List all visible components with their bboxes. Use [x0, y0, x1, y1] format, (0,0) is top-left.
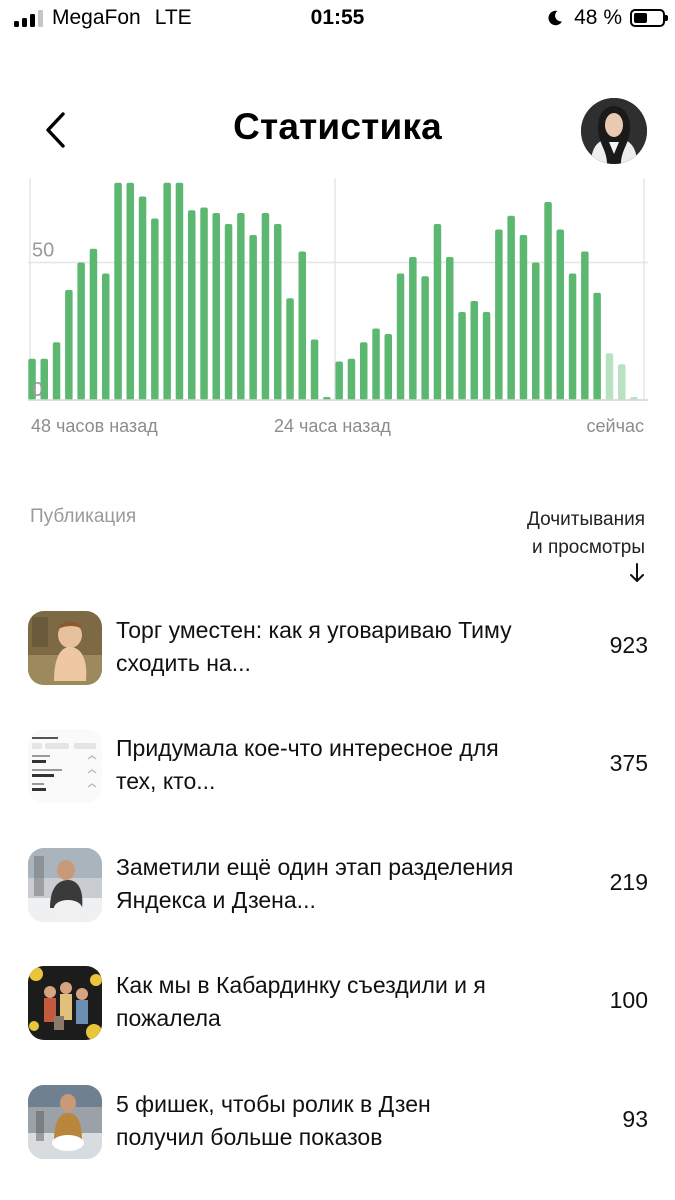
publication-title: Как мы в Кабардинку съездили и я пожалел…	[116, 972, 486, 1031]
header: Статистика	[0, 90, 675, 170]
column-header-views-line2: и просмотры	[532, 537, 645, 558]
moon-icon	[548, 10, 563, 26]
chart-y-tick-label: 0	[32, 379, 43, 401]
arrow-down-icon[interactable]	[629, 562, 645, 584]
chart-bar[interactable]	[188, 210, 196, 401]
column-header-publication: Публикация	[30, 506, 137, 527]
chart-bar[interactable]	[65, 290, 73, 400]
chart-bar-recent[interactable]	[605, 353, 614, 401]
chart-bar[interactable]	[114, 182, 122, 401]
chart-bar-recent[interactable]	[618, 364, 626, 401]
publication-thumbnail	[28, 966, 102, 1040]
chart-bar[interactable]	[89, 248, 98, 401]
chart-bar[interactable]	[298, 251, 307, 401]
chart-bar[interactable]	[544, 202, 552, 400]
chart-bar[interactable]	[507, 215, 515, 401]
list-item[interactable]: 5 фишек, чтобы ролик в Дзен получил боль…	[28, 1085, 648, 1161]
chart-bar[interactable]	[581, 251, 589, 401]
chart-bar[interactable]	[433, 224, 442, 400]
user-avatar[interactable]	[581, 98, 647, 164]
stats-chart: 50 0	[28, 178, 648, 406]
publication-count: 93	[622, 1106, 648, 1132]
bar-chart-svg: 50 0	[28, 178, 648, 401]
list-item[interactable]: Заметили ещё один этап разделения Яндекс…	[28, 848, 648, 924]
chart-bar[interactable]	[482, 312, 491, 400]
list-item[interactable]: Как мы в Кабардинку съездили и я пожалел…	[28, 966, 648, 1042]
x-label-48h: 48 часов назад	[31, 416, 158, 436]
chart-bar[interactable]	[421, 276, 429, 401]
battery-percent: 48 %	[574, 6, 622, 29]
chart-bar[interactable]	[310, 339, 319, 401]
chart-bar[interactable]	[409, 257, 417, 400]
chart-bar[interactable]	[593, 292, 601, 401]
publication-title: 5 фишек, чтобы ролик в Дзен получил боль…	[116, 1091, 431, 1150]
chart-bar[interactable]	[200, 207, 208, 401]
chart-bar[interactable]	[261, 213, 270, 400]
signal-icon	[14, 9, 43, 27]
chart-bar[interactable]	[138, 196, 147, 401]
chart-bar[interactable]	[163, 182, 171, 401]
chart-bar[interactable]	[495, 229, 503, 401]
battery-fill	[634, 13, 647, 23]
status-bar: MegaFon LTE 01:55 48 %	[0, 0, 675, 40]
chart-bar[interactable]	[360, 342, 368, 401]
column-header-views[interactable]: Дочитывания и просмотры	[527, 506, 645, 562]
publication-title: Заметили ещё один этап разделения Яндекс…	[116, 854, 514, 913]
chart-bar[interactable]	[347, 358, 356, 401]
battery-icon	[630, 9, 668, 27]
publication-title: Торг уместен: как я уговариваю Тиму сход…	[116, 617, 512, 676]
chart-bar[interactable]	[237, 213, 245, 400]
chart-bar[interactable]	[151, 218, 159, 401]
chart-bar[interactable]	[384, 334, 393, 400]
publication-count: 100	[609, 987, 648, 1013]
chart-bar[interactable]	[556, 229, 565, 401]
chart-bar[interactable]	[470, 301, 479, 400]
x-label-24h: 24 часа назад	[274, 416, 391, 436]
chart-bar[interactable]	[175, 182, 184, 401]
chart-bar[interactable]	[102, 273, 110, 401]
chart-bar[interactable]	[335, 361, 343, 401]
column-header-views-line1: Дочитывания	[527, 509, 645, 530]
publication-count: 219	[609, 869, 648, 895]
publication-thumbnail	[28, 848, 102, 922]
chart-bar[interactable]	[274, 224, 282, 400]
chart-bar[interactable]	[396, 273, 405, 401]
publication-thumbnail	[28, 729, 102, 803]
chart-y-tick-label: 50	[32, 240, 54, 262]
page-title: Статистика	[233, 106, 442, 147]
chart-bar[interactable]	[126, 182, 135, 401]
chart-bar[interactable]	[52, 342, 61, 401]
x-label-now: сейчас	[586, 416, 644, 436]
chart-bar[interactable]	[249, 235, 257, 400]
chart-bar[interactable]	[212, 213, 221, 400]
chart-x-axis: 48 часов назад 24 часа назад сейчас	[0, 416, 675, 440]
avatar-image	[581, 98, 647, 164]
chart-bar[interactable]	[77, 262, 85, 401]
publication-title: Придумала кое-что интересное для тех, кт…	[116, 735, 499, 794]
status-right: 48 %	[546, 6, 668, 30]
carrier-name: MegaFon	[52, 6, 141, 29]
publication-thumbnail	[28, 1085, 102, 1159]
publication-count: 923	[609, 632, 648, 658]
list-item[interactable]: Придумала кое-что интересное для тех, кт…	[28, 729, 648, 805]
list-item[interactable]: Торг уместен: как я уговариваю Тиму сход…	[28, 611, 648, 687]
publication-count: 375	[609, 750, 648, 776]
publication-thumbnail	[28, 611, 102, 685]
chart-bar[interactable]	[519, 235, 528, 400]
chart-bar[interactable]	[458, 312, 466, 400]
network-type: LTE	[154, 6, 192, 29]
status-left: MegaFon LTE	[14, 6, 192, 30]
chart-bar[interactable]	[372, 328, 380, 401]
chart-bar[interactable]	[568, 273, 577, 401]
chart-bar[interactable]	[532, 262, 540, 401]
chart-bar[interactable]	[446, 257, 454, 400]
chart-bar[interactable]	[224, 224, 233, 400]
chart-bar[interactable]	[286, 298, 294, 401]
